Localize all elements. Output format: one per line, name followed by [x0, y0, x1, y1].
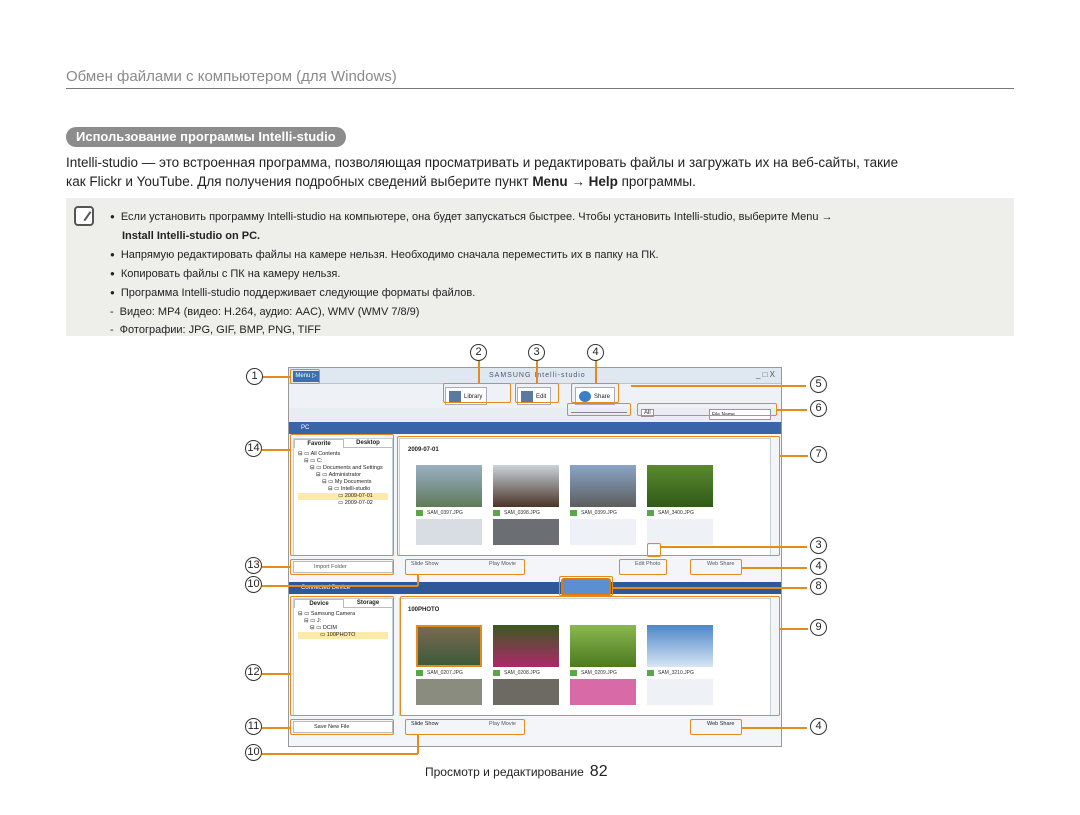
window-controls[interactable]: _ □ X	[756, 370, 775, 379]
callout-number: 10	[245, 576, 262, 593]
callout-number: 8	[810, 578, 827, 595]
callout-highlight	[443, 383, 511, 403]
callout-highlight	[515, 383, 559, 403]
callout-line	[262, 753, 418, 755]
footer-section: Просмотр и редактирование	[425, 765, 584, 779]
callout-highlight	[290, 719, 394, 735]
note-subitem: Фотографии: JPG, GIF, BMP, PNG, TIFF	[110, 321, 833, 339]
callout-number: 4	[810, 718, 827, 735]
callout-line	[262, 673, 290, 675]
intro-line-1: Intelli-studio — это встроенная программ…	[66, 155, 899, 170]
callout-highlight	[619, 559, 667, 575]
intro-line-2: как Flickr и YouTube. Для получения подр…	[66, 174, 696, 189]
callout-number: 10	[245, 744, 262, 761]
callout-line	[780, 455, 808, 457]
page-footer: Просмотр и редактирование 82	[425, 763, 608, 781]
callout-line	[595, 361, 597, 383]
callout-number: 7	[810, 446, 827, 463]
callout-highlight	[567, 403, 631, 416]
intro-text: Intelli-studio — это встроенная программ…	[66, 153, 1014, 191]
callout-highlight	[290, 596, 394, 716]
callout-line	[262, 727, 290, 729]
callout-number: 1	[246, 368, 263, 385]
callout-highlight	[290, 559, 394, 575]
callout-number: 14	[245, 440, 262, 457]
note-item: Если установить программу Intelli-studio…	[110, 208, 833, 227]
note-item: Напрямую редактировать файлы на камере н…	[110, 246, 833, 265]
callout-number: 5	[810, 376, 827, 393]
note-item: Программа Intelli-studio поддерживает сл…	[110, 284, 833, 303]
callout-highlight	[690, 719, 742, 735]
header-rule	[66, 88, 1014, 89]
callout-line	[262, 376, 290, 378]
note-icon	[74, 206, 94, 226]
callout-number: 6	[810, 400, 827, 417]
callout-line	[742, 727, 807, 729]
callout-highlight	[690, 559, 742, 575]
callout-highlight	[559, 576, 613, 596]
callout-highlight	[571, 383, 619, 403]
callout-number: 4	[810, 558, 827, 575]
callout-number: 11	[245, 718, 262, 735]
callout-line	[661, 546, 807, 548]
callout-highlight	[400, 596, 780, 716]
note-item: Копировать файлы с ПК на камеру нельзя.	[110, 265, 833, 284]
callout-line	[262, 585, 418, 587]
callout-number: 4	[587, 344, 604, 361]
callout-number: 3	[528, 344, 545, 361]
callout-line	[262, 449, 290, 451]
callout-highlight	[405, 719, 525, 735]
callout-number: 12	[245, 664, 262, 681]
titlebar: Menu ▷ SAMSUNG Intelli-studio _ □ X	[289, 368, 781, 384]
callout-line	[742, 567, 807, 569]
callout-highlight	[290, 434, 394, 556]
callout-line	[417, 575, 419, 586]
callout-number: 2	[470, 344, 487, 361]
callout-number: 13	[245, 557, 262, 574]
callout-line	[613, 587, 807, 589]
callout-highlight	[637, 403, 777, 416]
callout-line	[631, 385, 806, 387]
callout-highlight	[397, 436, 780, 556]
page-number: 82	[589, 763, 608, 780]
note-subitem: Видео: MP4 (видео: H.264, аудио: AAC), W…	[110, 303, 833, 321]
section-title: Использование программы Intelli-studio	[66, 127, 346, 147]
pc-section-bar: PC	[289, 422, 781, 434]
callout-line	[478, 361, 480, 383]
callout-highlight	[647, 543, 661, 557]
note-list: Если установить программу Intelli-studio…	[110, 208, 833, 339]
callout-line	[536, 361, 538, 383]
note-item: Install Intelli-studio on PC.	[122, 230, 261, 242]
callout-highlight	[290, 369, 320, 384]
callout-line	[777, 409, 807, 411]
callout-line	[780, 628, 808, 630]
callout-line	[417, 735, 419, 754]
callout-number: 3	[810, 537, 827, 554]
note-box: Если установить программу Intelli-studio…	[66, 198, 1014, 336]
callout-highlight	[405, 559, 525, 575]
callout-number: 9	[810, 619, 827, 636]
callout-line	[262, 566, 290, 568]
page-header: Обмен файлами с компьютером (для Windows…	[66, 68, 397, 85]
